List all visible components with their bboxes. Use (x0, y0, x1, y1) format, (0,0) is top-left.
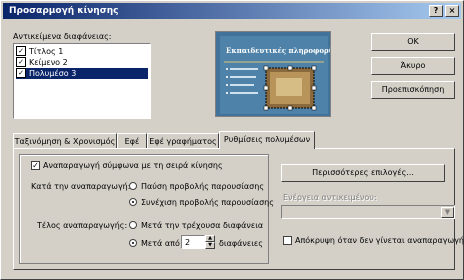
hide-when-not-playing-label: Απόκρυψη όταν δεν γίνεται αναπαραγωγή (295, 236, 464, 245)
slides-unit-label: διαφάνειες (219, 239, 263, 248)
dialog-window: Προσαρμογή κίνησης ? × Αντικείμενα διαφά… (0, 0, 464, 280)
slide-thumbnail-graphic (216, 32, 330, 116)
tab-chart-effects[interactable]: Εφέ γραφήματος (147, 133, 219, 148)
help-button[interactable]: ? (429, 5, 443, 17)
after-current-slide-radio[interactable] (129, 221, 137, 229)
title-bar[interactable]: Προσαρμογή κίνησης ? × (3, 3, 461, 19)
play-in-order-checkbox[interactable]: ✓ (31, 161, 40, 170)
pause-show-label: Παύση προβολής παρουσίασης (141, 182, 265, 191)
window-title: Προσαρμογή κίνησης (9, 6, 119, 16)
list-item-label: Τίτλος 1 (29, 47, 64, 56)
spin-up-button[interactable]: ▲ (205, 235, 215, 242)
object-action-select[interactable]: ▼ (281, 205, 455, 219)
cancel-button[interactable]: Άκυρο (371, 57, 455, 75)
after-current-slide-label: Μετά την τρέχουσα διαφάνεια (141, 221, 264, 230)
list-item-selected[interactable]: ✓ Πολυμέσο 3 (16, 67, 148, 79)
list-item[interactable]: ✓ Κείμενο 2 (16, 56, 148, 68)
slide-preview-title: Εκπαιδευτικές πληροφορίες (226, 46, 331, 55)
play-in-order-label: Αναπαραγωγή σύμφωνα με τη σειρά κίνησης (43, 161, 223, 170)
chevron-down-icon[interactable]: ▼ (441, 207, 454, 218)
tab-effects[interactable]: Εφέ (117, 133, 147, 148)
checkbox-icon[interactable]: ✓ (16, 56, 26, 67)
continue-show-label: Συνέχιση προβολής παρουσίασης (141, 198, 274, 207)
pause-show-radio[interactable] (129, 182, 137, 190)
list-item-label: Κείμενο 2 (29, 58, 68, 67)
while-playing-label: Κατά την αναπαραγωγή: (31, 182, 131, 191)
stop-playing-label: Τέλος αναπαραγωγής: (37, 221, 128, 230)
continue-show-radio[interactable] (129, 198, 137, 206)
spin-down-button[interactable]: ▼ (205, 242, 215, 249)
more-options-button[interactable]: Περισσότερες επιλογές... (281, 164, 445, 182)
list-item-label: Πολυμέσο 3 (29, 69, 77, 78)
object-action-label: Ενέργεια αντικειμένου: (283, 193, 377, 202)
tab-multimedia-settings[interactable]: Ρυθμίσεις πολυμέσων (219, 131, 315, 149)
after-slides-radio[interactable] (129, 239, 137, 247)
after-slides-label: Μετά από (141, 239, 180, 248)
slides-count-input[interactable]: 2 (181, 235, 205, 249)
objects-listbox[interactable]: ✓ Τίτλος 1 ✓ Κείμενο 2 ✓ Πολυμέσο 3 (13, 43, 151, 119)
tab-order-timing[interactable]: Ταξινόμηση & Χρονισμός (13, 133, 117, 148)
checkbox-icon[interactable]: ✓ (16, 45, 26, 56)
list-item[interactable]: ✓ Τίτλος 1 (16, 45, 148, 57)
ok-button[interactable]: OK (371, 33, 455, 51)
objects-label: Αντικείμενα διαφάνειας: (13, 32, 112, 41)
hide-when-not-playing-checkbox[interactable] (283, 236, 292, 245)
checkbox-icon[interactable]: ✓ (16, 67, 26, 78)
slide-preview: Εκπαιδευτικές πληροφορίες (215, 31, 331, 117)
preview-button[interactable]: Προεπισκόπηση (371, 81, 455, 99)
close-button[interactable]: × (445, 5, 459, 17)
slides-count-value: 2 (185, 238, 191, 247)
